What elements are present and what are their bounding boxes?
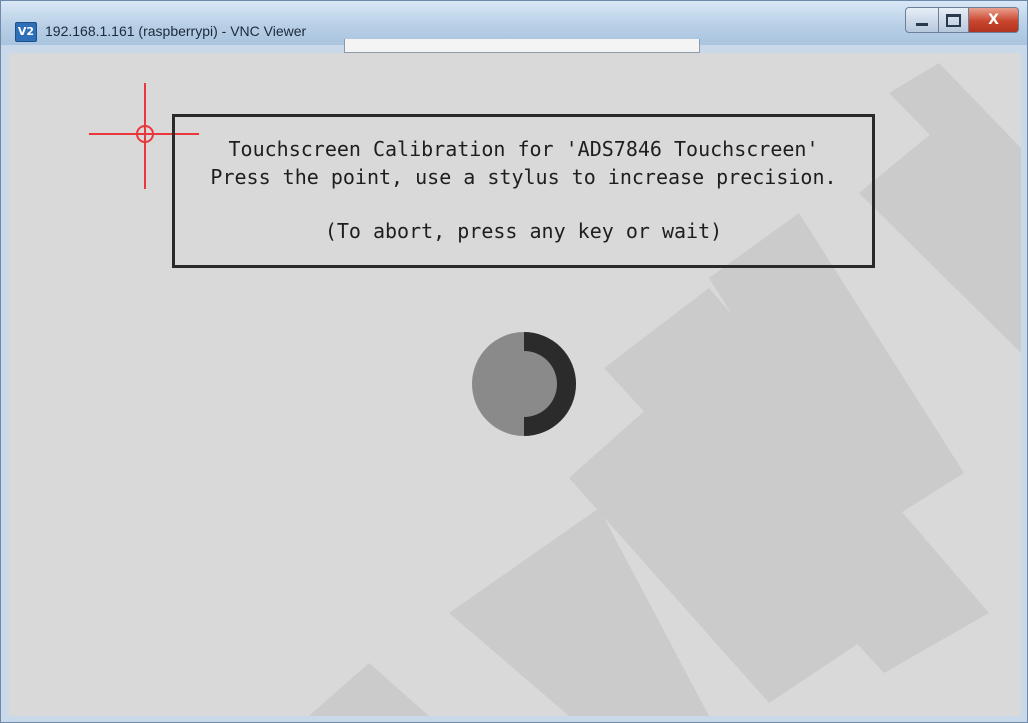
calibration-abort-hint: (To abort, press any key or wait): [324, 219, 723, 243]
window-title: 192.168.1.161 (raspberrypi) - VNC Viewer: [45, 23, 307, 39]
vnc-toolbar-handle[interactable]: [344, 39, 700, 53]
vnc-viewer-icon[interactable]: V2: [15, 22, 37, 42]
calibration-instruction: Press the point, use a stylus to increas…: [210, 165, 837, 189]
remote-desktop-screen[interactable]: Touchscreen Calibration for 'ADS7846 Tou…: [9, 53, 1021, 716]
calibration-message-box: Touchscreen Calibration for 'ADS7846 Tou…: [172, 114, 875, 268]
close-button[interactable]: X: [969, 7, 1019, 33]
calibration-title: Touchscreen Calibration for 'ADS7846 Tou…: [228, 137, 819, 161]
minimize-button[interactable]: [905, 7, 939, 33]
window-controls: X: [905, 7, 1019, 33]
vnc-viewer-window: V2 192.168.1.161 (raspberrypi) - VNC Vie…: [0, 0, 1028, 723]
minimize-icon: [916, 22, 928, 26]
close-icon: X: [988, 12, 999, 28]
maximize-icon: [946, 13, 961, 27]
progress-spinner-icon: [472, 332, 576, 436]
maximize-button[interactable]: [939, 7, 969, 33]
